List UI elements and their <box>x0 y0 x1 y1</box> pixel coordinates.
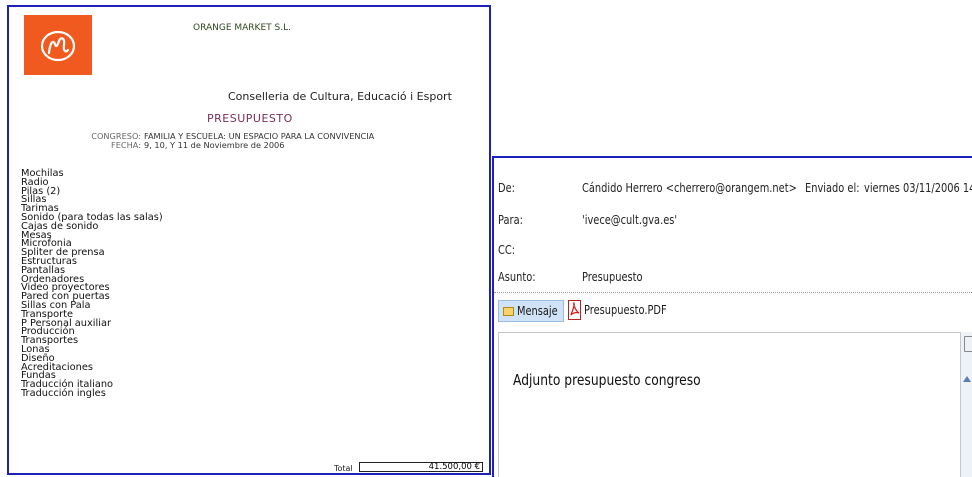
from-value[interactable]: Cándido Herrero <cherrero@orangem.net> <box>582 181 797 195</box>
attachment-bar <box>494 292 972 331</box>
sent-value: viernes 03/11/2006 14:46 <box>864 181 972 195</box>
budget-document: ORANGE MARKET S.L. Conselleria de Cultur… <box>7 5 491 475</box>
total-value: 41.500,00 € <box>359 462 483 472</box>
logo-m-icon <box>40 30 76 62</box>
document-title: PRESUPUESTO <box>207 112 293 125</box>
orange-market-logo <box>24 15 92 75</box>
vertical-scrollbar[interactable] <box>960 332 972 477</box>
tab-message[interactable]: Mensaje <box>498 300 564 322</box>
sent-label: Enviado el: <box>805 181 860 195</box>
subject-label: Asunto: <box>498 270 536 284</box>
fecha-row: FECHA: 9, 10, Y 11 de Noviembre de 2006 <box>67 140 284 150</box>
subject-value: Presupuesto <box>582 270 643 284</box>
message-body-text: Adjunto presupuesto congreso <box>513 371 701 389</box>
envelope-icon <box>503 307 514 316</box>
fecha-label: FECHA: <box>111 140 141 150</box>
grip-icon[interactable] <box>964 336 972 352</box>
cc-label: CC: <box>498 243 516 257</box>
email-message-window: De: Cándido Herrero <cherrero@orangem.ne… <box>492 156 972 477</box>
tab-message-label: Mensaje <box>517 304 558 318</box>
list-item: Traducción ingles <box>21 387 106 399</box>
company-name: ORANGE MARKET S.L. <box>193 23 291 33</box>
to-label: Para: <box>498 213 523 227</box>
pdf-icon[interactable] <box>568 300 581 320</box>
fecha-value: 9, 10, Y 11 de Noviembre de 2006 <box>144 140 285 150</box>
budget-items-list: Mochilas Radio Pilas (2) Sillas Tarimas … <box>21 169 163 399</box>
scroll-up-arrow-icon[interactable] <box>963 376 971 382</box>
attachment-name[interactable]: Presupuesto.PDF <box>584 303 667 317</box>
to-value[interactable]: 'ivece@cult.gva.es' <box>582 213 677 227</box>
recipient-department: Conselleria de Cultura, Educació i Espor… <box>228 90 452 103</box>
total-label: Total <box>334 464 353 473</box>
from-label: De: <box>498 181 515 195</box>
message-body[interactable]: Adjunto presupuesto congreso <box>498 332 972 477</box>
